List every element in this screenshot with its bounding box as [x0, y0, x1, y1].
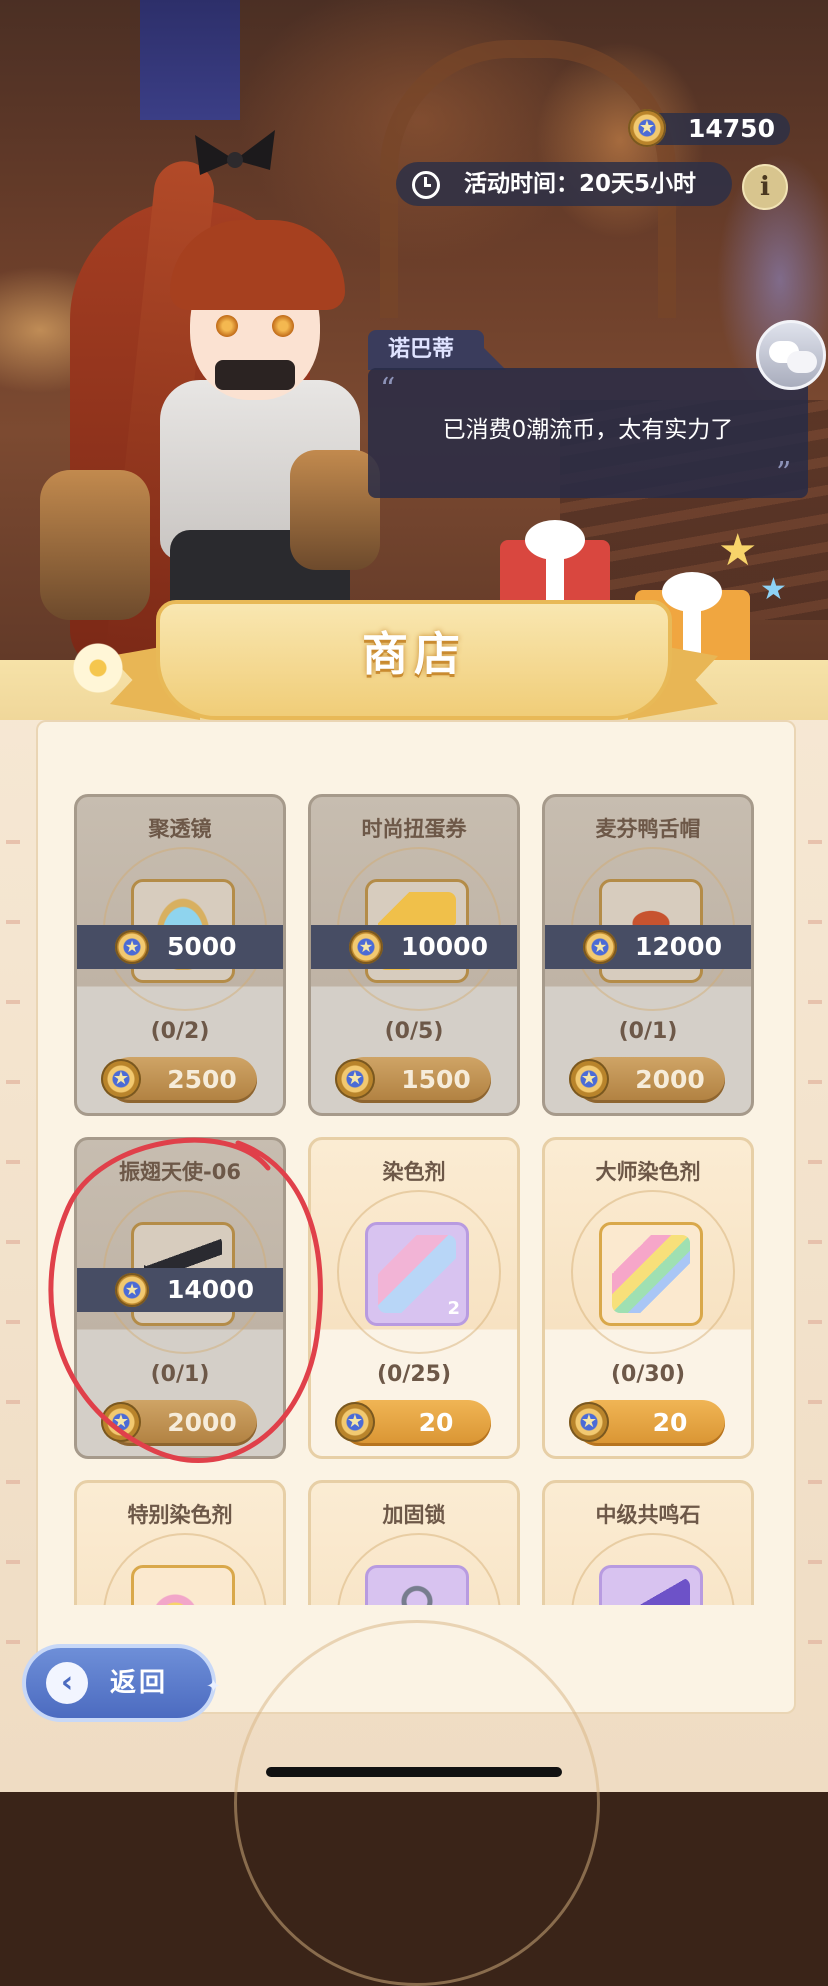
buy-cost: 20 — [418, 1408, 454, 1437]
shop-item-card[interactable]: 中级共鸣石 — [542, 1480, 754, 1605]
item-price-bar: 10000 — [311, 925, 517, 969]
item-price-bar: 12000 — [545, 925, 751, 969]
chat-button[interactable] — [756, 320, 826, 390]
home-indicator[interactable] — [266, 1767, 562, 1777]
purchase-limit: (0/1) — [618, 1019, 678, 1044]
dialog-text: 已消费0潮流币，太有实力了 — [442, 417, 734, 443]
shop-item-card[interactable]: 大师染色剂 (0/30) 20 — [542, 1137, 754, 1459]
close-quote-icon: ” — [776, 456, 792, 491]
character-portrait — [40, 130, 400, 700]
purchase-limit: (0/30) — [610, 1362, 686, 1387]
dye-tube-icon — [378, 1235, 456, 1313]
shop-title: 商店 — [362, 627, 466, 681]
buy-button[interactable]: 20 — [569, 1400, 725, 1446]
item-icon-frame: 2 — [365, 1222, 469, 1326]
bottom-emblem — [234, 1620, 600, 1986]
star-icon: ★ — [718, 525, 758, 576]
currency-amount: 14750 — [688, 114, 775, 143]
coin-icon — [569, 1402, 609, 1442]
shop-item-card[interactable]: 麦芬鸭舌帽 12000 (0/1) 2000 — [542, 794, 754, 1116]
side-decoration-right — [808, 800, 822, 1700]
buy-cost: 2000 — [635, 1065, 705, 1094]
item-icon-frame — [131, 1565, 235, 1605]
buy-button[interactable]: 20 — [335, 1400, 491, 1446]
back-arrow-icon: ‹ — [46, 1662, 88, 1704]
item-name: 时尚扭蛋券 — [361, 817, 467, 841]
item-price: 5000 — [167, 932, 237, 961]
buy-button[interactable]: 1500 — [335, 1057, 491, 1103]
item-icon-frame — [599, 1222, 703, 1326]
item-icon-frame — [599, 1565, 703, 1605]
chat-bubble-icon-2 — [787, 351, 817, 373]
side-decoration-left — [6, 800, 20, 1700]
event-timer: 活动时间：20天5小时 — [396, 162, 732, 206]
wall-banner — [140, 0, 240, 120]
item-name: 特别染色剂 — [127, 1503, 233, 1527]
item-name: 中级共鸣石 — [595, 1503, 701, 1527]
lock-icon — [378, 1578, 456, 1605]
character-gauntlet-right — [290, 450, 380, 570]
character-eye-right — [272, 315, 294, 337]
item-icon-frame — [365, 1565, 469, 1605]
character-eye-left — [216, 315, 238, 337]
buy-button[interactable]: 2000 — [569, 1057, 725, 1103]
coin-icon — [569, 1059, 609, 1099]
hair-bow-icon — [195, 130, 275, 175]
gift-bow-icon — [525, 520, 585, 560]
shop-item-card[interactable]: 特别染色剂 — [74, 1480, 286, 1605]
shop-item-card[interactable]: 聚透镜 5000 (0/2) 2500 — [74, 794, 286, 1116]
coin-icon — [335, 1059, 375, 1099]
trend-coin-icon — [628, 109, 666, 147]
sparkle-icon: ✦ — [206, 1676, 222, 1697]
currency-display: 14750 — [628, 109, 790, 147]
trend-coin-icon — [583, 930, 617, 964]
special-dye-icon — [144, 1578, 222, 1605]
buy-cost: 2500 — [167, 1065, 237, 1094]
rainbow-dye-tube-icon — [612, 1235, 690, 1313]
star-icon-2: ★ — [760, 572, 787, 607]
trend-coin-icon — [115, 930, 149, 964]
back-label: 返回 — [110, 1668, 169, 1698]
item-name: 加固锁 — [382, 1503, 446, 1527]
back-button[interactable]: ‹ 返回 ✦ — [22, 1644, 221, 1722]
red-annotation-circle — [48, 1137, 323, 1464]
buy-cost: 20 — [652, 1408, 688, 1437]
crystal-icon — [612, 1578, 690, 1605]
info-button[interactable]: i — [742, 164, 788, 210]
item-price: 12000 — [635, 932, 722, 961]
item-name: 麦芬鸭舌帽 — [595, 817, 701, 841]
item-price-bar: 5000 — [77, 925, 283, 969]
item-name: 聚透镜 — [148, 817, 212, 841]
purchase-limit: (0/2) — [150, 1019, 210, 1044]
trend-coin-icon — [349, 930, 383, 964]
buy-button[interactable]: 2500 — [101, 1057, 257, 1103]
speaker-name: 诺巴蒂 — [368, 330, 506, 370]
gift-bow-icon-2 — [662, 572, 722, 612]
character-gauntlet-left — [40, 470, 150, 620]
flower-icon — [68, 638, 128, 698]
item-name: 大师染色剂 — [595, 1160, 701, 1184]
open-quote-icon: “ — [380, 372, 396, 407]
shop-item-card[interactable]: 时尚扭蛋券 10000 (0/5) 1500 — [308, 794, 520, 1116]
character-collar — [215, 360, 295, 390]
purchase-limit: (0/5) — [384, 1019, 444, 1044]
coin-icon — [101, 1059, 141, 1099]
item-price: 10000 — [401, 932, 488, 961]
event-time-label: 活动时间：20天5小时 — [464, 171, 697, 197]
clock-icon — [412, 171, 440, 199]
buy-cost: 1500 — [401, 1065, 471, 1094]
item-quantity: 2 — [447, 1298, 460, 1319]
shop-item-card[interactable]: 加固锁 — [308, 1480, 520, 1605]
